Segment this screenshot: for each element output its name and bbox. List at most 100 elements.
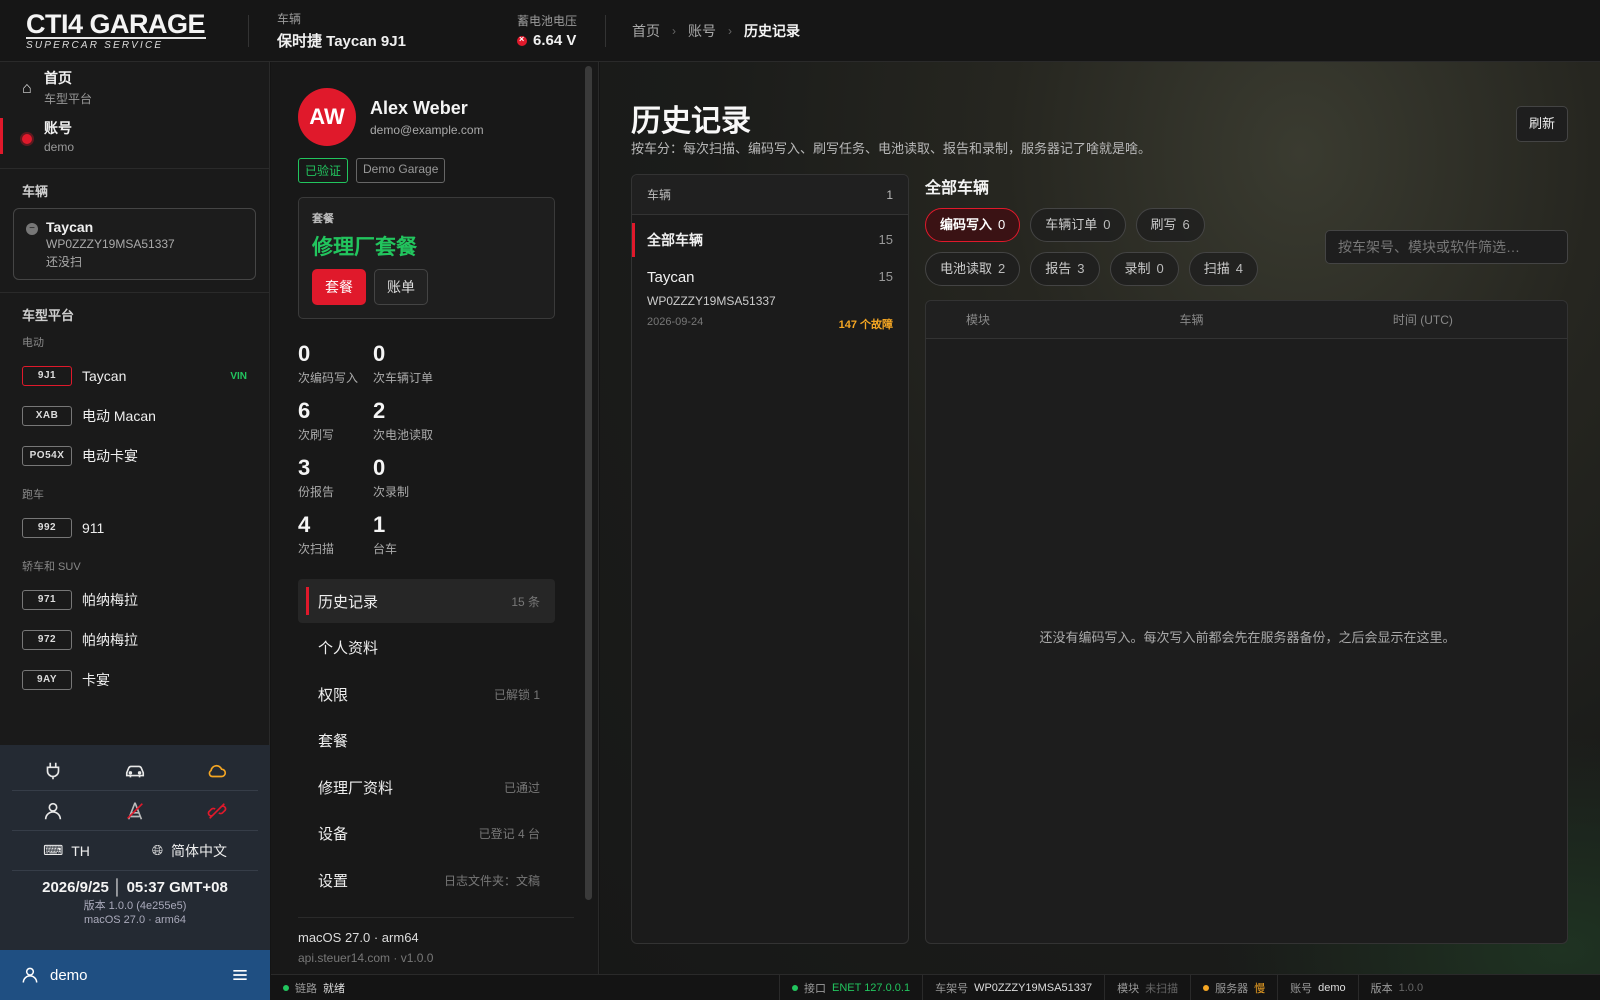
profile-badges: 已验证 Demo Garage bbox=[298, 158, 555, 183]
vehicle-vin: WP0ZZZY19MSA51337 bbox=[46, 237, 175, 251]
vehicle-name: Taycan bbox=[46, 219, 94, 235]
user-icon[interactable] bbox=[12, 791, 94, 831]
stat-battery-reads: 2 次电池读取 bbox=[373, 398, 555, 443]
car-icon[interactable] bbox=[94, 751, 176, 791]
platform-item-po54x[interactable]: PO54X 电动卡宴 bbox=[0, 436, 269, 476]
breadcrumb-history: 历史记录 bbox=[744, 22, 801, 39]
menu-icon[interactable] bbox=[230, 965, 250, 985]
list-item-all-vehicles[interactable]: 全部车辆 15 bbox=[632, 221, 908, 259]
menu-item-history[interactable]: 历史记录 15 条 bbox=[298, 579, 555, 623]
menu-item-settings[interactable]: 设置 日志文件夹：文稿 bbox=[298, 858, 555, 902]
vehicle-card[interactable]: − Taycan WP0ZZZY19MSA51337 还没扫 bbox=[13, 208, 256, 280]
platform-name: 帕纳梅拉 bbox=[82, 592, 138, 608]
refresh-button[interactable]: 刷新 bbox=[1515, 106, 1568, 142]
link-off-icon[interactable] bbox=[176, 791, 258, 831]
vin-value: WP0ZZZY19MSA51337 bbox=[974, 981, 1093, 994]
input-language-row: ⌨ TH 🌐︎ 简体中文 bbox=[12, 831, 258, 871]
chip-reports[interactable]: 报告 3 bbox=[1030, 252, 1100, 286]
keyboard-icon: ⌨ bbox=[42, 842, 64, 858]
history-table: 模块 车辆 时间 (UTC) 还没有编码写入。每次写入前都会先在服务器备份，之后… bbox=[925, 300, 1568, 944]
globe-icon: 🌐︎ bbox=[151, 842, 164, 858]
column-time[interactable]: 时间 (UTC) bbox=[1353, 301, 1566, 338]
billing-button[interactable]: 账单 bbox=[374, 269, 428, 305]
sidebar-item-account[interactable]: 账号 demo bbox=[0, 112, 269, 162]
sidebar: ⌂ 首页 车型平台 账号 demo 车辆 − Taycan WP0ZZZY19M… bbox=[0, 62, 270, 1000]
menu-item-permissions[interactable]: 权限 已解锁 1 bbox=[298, 672, 555, 716]
stat-label: 台车 bbox=[373, 542, 398, 556]
all-vehicles-label: 全部车辆 bbox=[647, 232, 703, 248]
antenna-off-icon[interactable] bbox=[94, 791, 176, 831]
filter-input[interactable]: 按车架号、模块或软件筛选… bbox=[1325, 230, 1568, 264]
scrollbar[interactable] bbox=[585, 66, 592, 900]
chip-count: 0 bbox=[1156, 261, 1164, 276]
keyboard-layout[interactable]: ⌨ TH bbox=[43, 842, 90, 859]
chip-vehicle-orders[interactable]: 车辆订单 0 bbox=[1030, 208, 1126, 242]
menu-label: 个人资料 bbox=[318, 640, 379, 657]
server-label: 服务器 bbox=[1215, 982, 1249, 995]
avatar: AW bbox=[298, 88, 356, 146]
chip-scans[interactable]: 扫描 4 bbox=[1188, 252, 1258, 286]
menu-meta: 15 条 bbox=[511, 594, 540, 609]
platform-item-9j1[interactable]: 9J1 Taycan VIN bbox=[0, 356, 269, 396]
footer-api: api.steuer14.com · v1.0.0 bbox=[298, 951, 434, 965]
current-vehicle[interactable]: 车辆 保时捷 Taycan 9J1 bbox=[249, 10, 517, 51]
status-dot-icon bbox=[1203, 984, 1210, 991]
language-select[interactable]: 🌐︎ 简体中文 bbox=[152, 841, 227, 861]
plug-icon[interactable] bbox=[12, 751, 94, 791]
menu-label: 套餐 bbox=[318, 733, 349, 750]
menu-item-plan[interactable]: 套餐 bbox=[298, 719, 555, 763]
stat-label: 次扫描 bbox=[298, 542, 335, 556]
chip-battery-reads[interactable]: 电池读取 2 bbox=[925, 252, 1021, 286]
platform-item-9ay[interactable]: 9AY 卡宴 bbox=[0, 660, 269, 700]
stat-reports: 3 份报告 bbox=[298, 455, 373, 500]
chip-coding-writes[interactable]: 编码写入 0 bbox=[925, 208, 1021, 242]
platform-item-992[interactable]: 992 911 bbox=[0, 508, 269, 548]
chip-count: 0 bbox=[1103, 217, 1111, 232]
cloud-icon[interactable] bbox=[176, 751, 258, 791]
empty-state: 还没有编码写入。每次写入前都会先在服务器备份，之后会显示在这里。 bbox=[1039, 630, 1456, 645]
minus-circle-icon[interactable]: − bbox=[26, 223, 38, 235]
breadcrumb-account[interactable]: 账号 bbox=[688, 21, 716, 41]
list-header-count: 1 bbox=[886, 188, 893, 202]
status-dot-icon bbox=[283, 984, 289, 991]
port-value: ENET 127.0.0.1 bbox=[832, 981, 911, 994]
menu-item-garage-profile[interactable]: 修理厂资料 已通过 bbox=[298, 765, 555, 809]
footer-os: macOS 27.0 · arm64 bbox=[298, 930, 419, 945]
menu-meta: 日志文件夹：文稿 bbox=[443, 873, 540, 888]
plan-button[interactable]: 套餐 bbox=[312, 269, 366, 305]
sidebar-item-home[interactable]: ⌂ 首页 车型平台 bbox=[0, 62, 269, 112]
stat-value: 0 bbox=[373, 341, 386, 366]
platform-code: PO54X bbox=[22, 446, 72, 466]
column-module[interactable]: 模块 bbox=[926, 301, 1139, 338]
list-header-label: 车辆 bbox=[647, 188, 672, 202]
link-label: 链路 bbox=[295, 982, 317, 995]
menu-meta: 已通过 bbox=[503, 780, 540, 795]
vehicle-date: 2026-09-24 bbox=[647, 316, 704, 328]
status-bar: 链路 就绪 接口 ENET 127.0.0.1 车架号 WP0ZZZY19MSA… bbox=[271, 974, 1600, 1000]
chip-label: 车辆订单 bbox=[1045, 217, 1098, 232]
list-item-vehicle[interactable]: Taycan 15 WP0ZZZY19MSA51337 2026-09-24 1… bbox=[632, 259, 908, 342]
menu-item-devices[interactable]: 设备 已登记 4 台 bbox=[298, 812, 555, 856]
chip-label: 扫描 bbox=[1203, 261, 1230, 276]
server-value: 慢 bbox=[1254, 982, 1266, 995]
menu-item-profile[interactable]: 个人资料 bbox=[298, 626, 555, 670]
user-bar[interactable]: demo bbox=[0, 950, 270, 1000]
user-icon bbox=[22, 967, 38, 983]
menu-label: 设置 bbox=[318, 872, 349, 890]
breadcrumb-home[interactable]: 首页 bbox=[632, 21, 660, 41]
status-module: 模块 未扫描 bbox=[1104, 974, 1190, 1000]
vehicle-status: 还没扫 bbox=[46, 255, 83, 269]
nav-title: 首页 bbox=[44, 70, 72, 86]
chip-recordings[interactable]: 录制 0 bbox=[1109, 252, 1179, 286]
chip-flashes[interactable]: 刷写 6 bbox=[1135, 208, 1205, 242]
vehicle-vin: WP0ZZZY19MSA51337 bbox=[647, 294, 776, 308]
platform-item-xab[interactable]: XAB 电动 Macan bbox=[0, 396, 269, 436]
platform-item-971[interactable]: 971 帕纳梅拉 bbox=[0, 580, 269, 620]
vin-label: 车架号 bbox=[935, 982, 969, 995]
stat-cars: 1 台车 bbox=[373, 512, 555, 557]
plan-card: 套餐 修理厂套餐 套餐 账单 bbox=[298, 197, 555, 319]
column-vehicle[interactable]: 车辆 bbox=[1139, 301, 1352, 338]
page-title: 历史记录 bbox=[631, 105, 751, 138]
divider bbox=[0, 292, 269, 293]
platform-item-972[interactable]: 972 帕纳梅拉 bbox=[0, 620, 269, 660]
